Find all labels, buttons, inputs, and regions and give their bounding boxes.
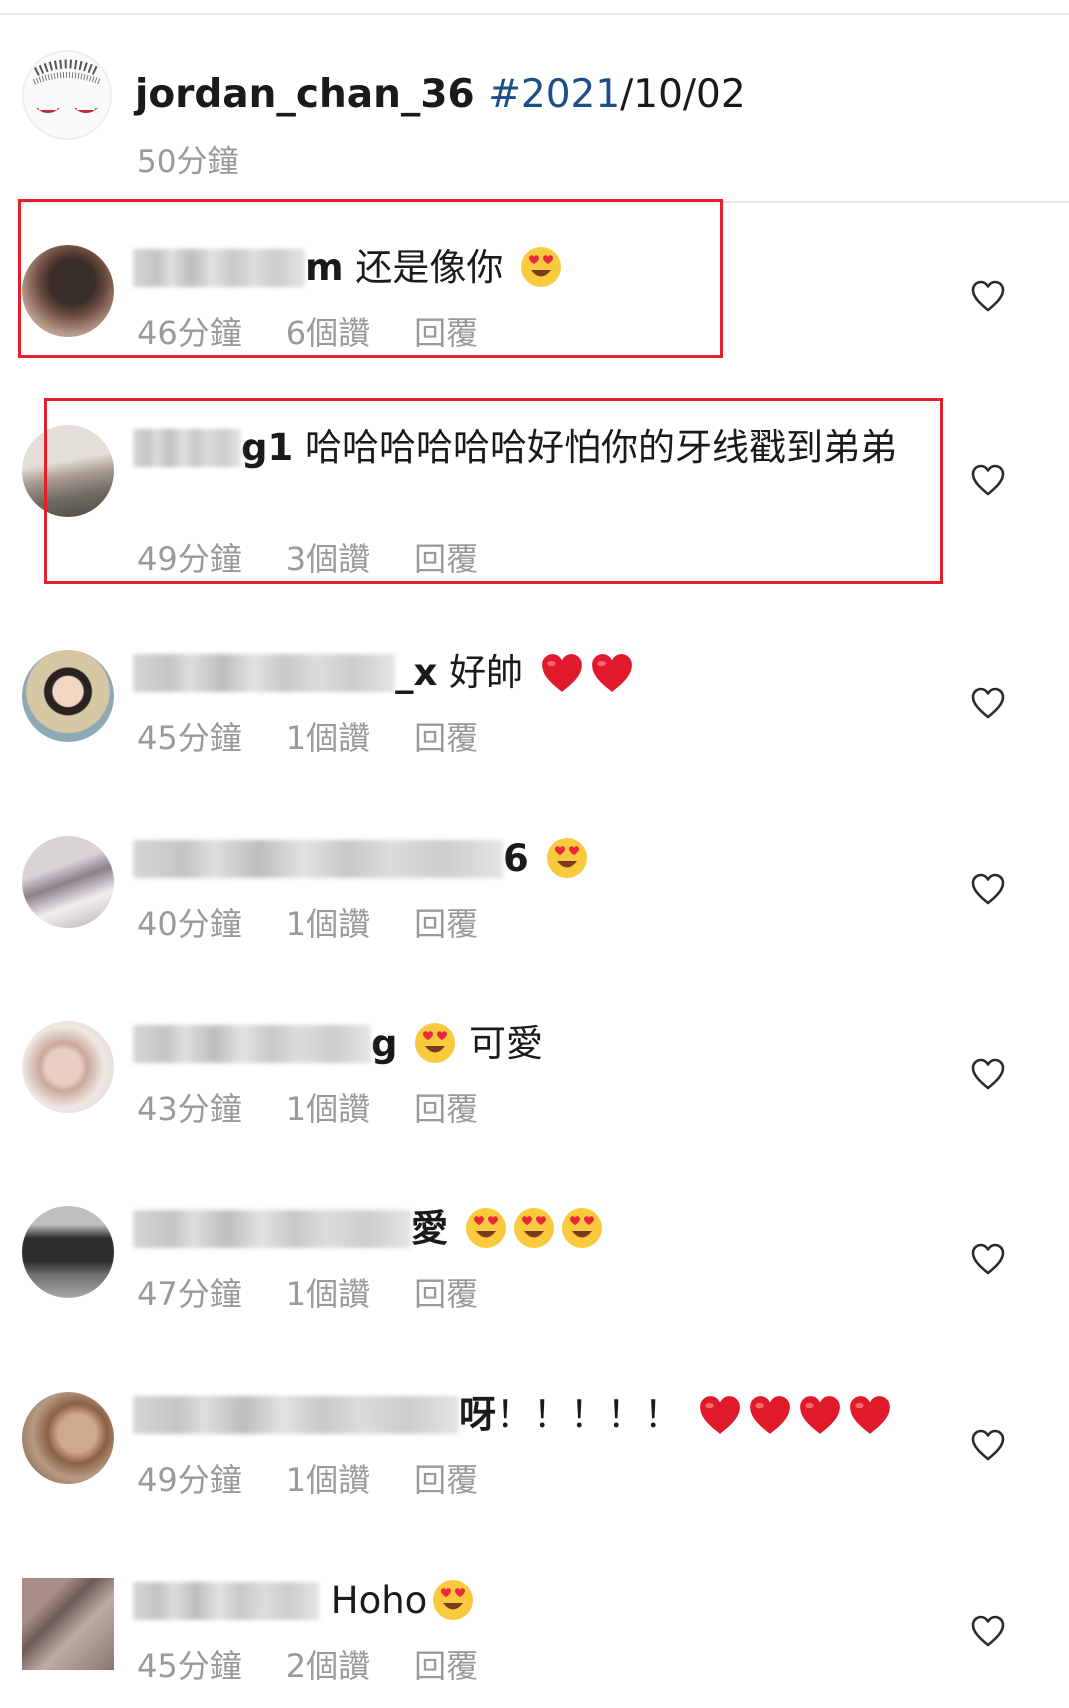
commenter-avatar[interactable] — [22, 1206, 114, 1298]
blurred-username — [133, 840, 503, 878]
comment-time: 46分鐘 — [137, 314, 242, 352]
like-heart-icon[interactable] — [970, 1242, 1006, 1276]
top-divider — [0, 13, 1069, 15]
comment-meta: 45分鐘 2個讚 回覆 — [137, 1641, 478, 1687]
comment-likes[interactable]: 1個讚 — [286, 1269, 370, 1315]
red-heart-emoji-icon — [589, 652, 635, 694]
comment-likes[interactable]: 2個讚 — [286, 1641, 370, 1687]
heart-eyes-emoji-icon — [413, 1021, 457, 1065]
username-fragment[interactable]: 6 — [503, 837, 529, 880]
commenter-avatar[interactable] — [22, 836, 114, 928]
reply-button[interactable]: 回覆 — [414, 308, 478, 354]
comment-text: m 还是像你 — [133, 245, 913, 290]
heart-eyes-emoji-icon — [512, 1206, 556, 1250]
comment-text: g1 哈哈哈哈哈哈好怕你的牙线戳到弟弟 — [133, 425, 903, 471]
username-fragment[interactable]: 愛 — [411, 1207, 448, 1250]
heart-eyes-emoji-icon — [545, 836, 589, 880]
username-fragment[interactable]: m — [305, 246, 344, 289]
red-heart-emoji-icon — [747, 1394, 793, 1436]
username-fragment[interactable]: _x — [395, 651, 437, 694]
post-username[interactable]: jordan_chan_36 — [135, 72, 475, 117]
red-heart-emoji-icon — [539, 652, 585, 694]
post-hashtag[interactable]: #2021 — [488, 72, 620, 117]
blurred-username — [133, 654, 395, 692]
post-divider — [20, 201, 1069, 203]
commenter-avatar[interactable] — [22, 425, 114, 517]
blurred-username — [133, 1582, 319, 1620]
like-heart-icon[interactable] — [970, 1428, 1006, 1462]
like-heart-icon[interactable] — [970, 1057, 1006, 1091]
like-heart-icon[interactable] — [970, 463, 1006, 497]
comment-time: 45分鐘 — [137, 1647, 242, 1685]
post-timestamp: 50分鐘 — [137, 144, 239, 180]
comment-likes[interactable]: 3個讚 — [286, 534, 370, 580]
comment-text: _x 好帥 — [133, 650, 913, 695]
comment-meta: 45分鐘 1個讚 回覆 — [137, 713, 478, 759]
reply-button[interactable]: 回覆 — [414, 1641, 478, 1687]
comment-likes[interactable]: 1個讚 — [286, 899, 370, 945]
comment-time: 40分鐘 — [137, 905, 242, 943]
like-heart-icon[interactable] — [970, 279, 1006, 313]
username-fragment[interactable]: g1 — [241, 426, 293, 469]
reply-button[interactable]: 回覆 — [414, 713, 478, 759]
heart-eyes-emoji-icon — [431, 1578, 475, 1622]
comment-text: 6 — [133, 836, 913, 881]
comment-meta: 49分鐘 1個讚 回覆 — [137, 1455, 478, 1501]
comment-body: ！！！！！ — [496, 1393, 681, 1436]
red-heart-emoji-icon — [697, 1394, 743, 1436]
like-heart-icon[interactable] — [970, 1614, 1006, 1648]
reply-button[interactable]: 回覆 — [414, 534, 478, 580]
comment-time: 45分鐘 — [137, 719, 242, 757]
comment-text: Hoho — [133, 1578, 913, 1623]
comment-meta: 40分鐘 1個讚 回覆 — [137, 899, 478, 945]
post-date: /10/02 — [620, 72, 746, 117]
comment-text: 愛 — [133, 1206, 913, 1251]
heart-eyes-emoji-icon — [464, 1206, 508, 1250]
comment-likes[interactable]: 6個讚 — [286, 308, 370, 354]
commenter-avatar[interactable] — [22, 245, 114, 337]
comment-time: 43分鐘 — [137, 1090, 242, 1128]
like-heart-icon[interactable] — [970, 686, 1006, 720]
reply-button[interactable]: 回覆 — [414, 899, 478, 945]
heart-eyes-emoji-icon — [519, 245, 563, 289]
red-heart-emoji-icon — [847, 1394, 893, 1436]
post-author-avatar[interactable] — [22, 50, 112, 140]
comment-meta: 46分鐘 6個讚 回覆 — [137, 308, 478, 354]
reply-button[interactable]: 回覆 — [414, 1269, 478, 1315]
comment-time: 47分鐘 — [137, 1275, 242, 1313]
reply-button[interactable]: 回覆 — [414, 1084, 478, 1130]
heart-eyes-emoji-icon — [560, 1206, 604, 1250]
post-caption: jordan_chan_36 #2021/10/02 50分鐘 — [0, 20, 1069, 200]
blurred-username — [133, 429, 241, 467]
comment-text: 呀！！！！！ — [133, 1392, 953, 1437]
red-heart-emoji-icon — [797, 1394, 843, 1436]
comment-time: 49分鐘 — [137, 1461, 242, 1499]
post-caption-line: jordan_chan_36 #2021/10/02 — [135, 72, 746, 117]
like-heart-icon[interactable] — [970, 872, 1006, 906]
comment-meta: 49分鐘 3個讚 回覆 — [137, 534, 478, 580]
blurred-username — [133, 249, 305, 287]
blurred-username — [133, 1025, 371, 1063]
username-fragment[interactable]: 呀 — [459, 1393, 496, 1436]
comment-body: 好帥 — [449, 651, 524, 694]
reply-button[interactable]: 回覆 — [414, 1455, 478, 1501]
commenter-avatar[interactable] — [22, 1392, 114, 1484]
commenter-avatar[interactable] — [22, 1578, 114, 1670]
comment-body: 哈哈哈哈哈哈好怕你的牙线戳到弟弟 — [305, 426, 897, 469]
comment-meta: 47分鐘 1個讚 回覆 — [137, 1269, 478, 1315]
comment-likes[interactable]: 1個讚 — [286, 1084, 370, 1130]
comment-time: 49分鐘 — [137, 540, 242, 578]
blurred-username — [133, 1210, 411, 1248]
blurred-username — [133, 1396, 459, 1434]
commenter-avatar[interactable] — [22, 1021, 114, 1113]
comment-body: 可愛 — [469, 1022, 544, 1065]
comment-meta: 43分鐘 1個讚 回覆 — [137, 1084, 478, 1130]
comment-text: g 可愛 — [133, 1021, 913, 1066]
commenter-avatar[interactable] — [22, 650, 114, 742]
comment-likes[interactable]: 1個讚 — [286, 1455, 370, 1501]
comment-body: Hoho — [330, 1579, 428, 1622]
username-fragment[interactable]: g — [371, 1022, 398, 1065]
comment-likes[interactable]: 1個讚 — [286, 713, 370, 759]
comment-body: 还是像你 — [355, 246, 504, 289]
